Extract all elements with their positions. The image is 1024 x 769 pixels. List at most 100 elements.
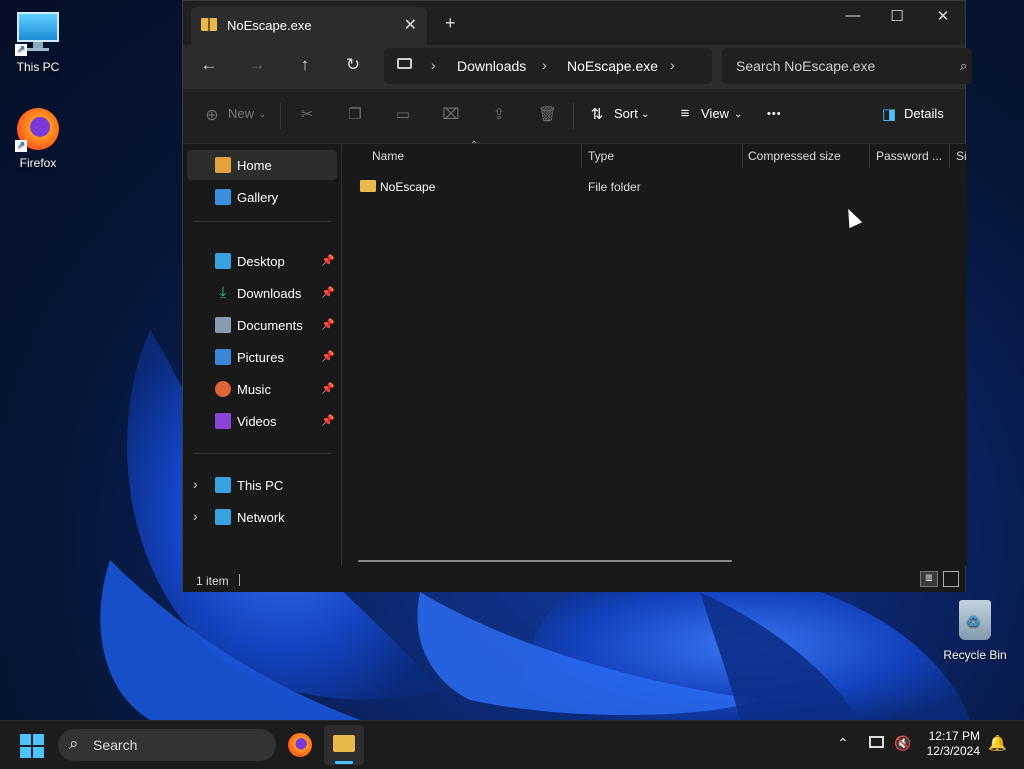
pin-icon[interactable]: 📌 (321, 318, 335, 331)
sidebar-item-label: Downloads (237, 286, 302, 301)
this-pc-icon (215, 477, 231, 493)
volume-muted-icon[interactable]: 🔇 (894, 735, 911, 752)
title-bar: NoEscape.exe ✕ + — ☐ ✕ (183, 1, 965, 45)
active-indicator (335, 761, 353, 764)
gallery-icon (215, 189, 231, 205)
rename-icon[interactable]: ⌧ (442, 105, 460, 123)
pin-icon[interactable]: 📌 (321, 286, 335, 299)
sidebar-item-label: Network (237, 510, 285, 525)
sidebar-item-network[interactable]: › Network (187, 502, 337, 532)
desktop-icon-this-pc[interactable]: ↗ This PC (0, 10, 76, 74)
new-icon: ⊕ (205, 107, 219, 124)
sidebar-item-pictures[interactable]: Pictures 📌 (187, 342, 337, 372)
horizontal-scrollbar[interactable] (358, 560, 732, 562)
sidebar-item-gallery[interactable]: Gallery (187, 182, 337, 212)
sidebar-item-music[interactable]: Music 📌 (187, 374, 337, 404)
back-button[interactable]: ← (195, 55, 223, 79)
divider (239, 574, 240, 586)
paste-icon[interactable]: ▭ (394, 105, 412, 123)
videos-icon (215, 413, 231, 429)
sidebar-item-documents[interactable]: Documents 📌 (187, 310, 337, 340)
file-name: NoEscape (380, 180, 436, 194)
tiles-view-icon[interactable] (943, 571, 959, 587)
sidebar-item-label: Pictures (237, 350, 284, 365)
column-divider[interactable] (742, 144, 743, 168)
pin-icon[interactable]: 📌 (321, 350, 335, 363)
cut-icon[interactable]: ✂ (298, 105, 316, 123)
column-divider[interactable] (949, 144, 950, 168)
pin-icon[interactable]: 📌 (321, 414, 335, 427)
chevron-right-icon[interactable]: › (193, 476, 198, 492)
folder-icon (360, 180, 376, 192)
sidebar-item-videos[interactable]: Videos 📌 (187, 406, 337, 436)
close-tab-icon[interactable]: ✕ (404, 15, 417, 35)
firefox-taskbar-icon[interactable] (288, 733, 312, 757)
column-divider[interactable] (581, 144, 582, 168)
sidebar-item-label: Documents (237, 318, 303, 333)
command-bar: ⊕ New ⌄ ✂ ❐ ▭ ⌧ ⇪ 🗑 ⇅ Sort ⌄ ≡ View ⌄ ••… (183, 89, 965, 144)
column-divider[interactable] (869, 144, 870, 168)
details-view-icon[interactable]: ≣ (920, 571, 938, 587)
column-password[interactable]: Password ... (876, 149, 942, 163)
sidebar-item-label: Desktop (237, 254, 285, 269)
taskbar: ⌕ Search ⌃ 🔇 12:17 PM 12/3/2024 🔔 (0, 720, 1024, 769)
taskbar-search[interactable]: ⌕ Search (58, 729, 276, 761)
column-name[interactable]: Name (372, 149, 404, 163)
column-size[interactable]: Si (956, 149, 967, 163)
more-options-button[interactable]: ••• (767, 108, 782, 120)
sidebar-item-home[interactable]: Home (187, 150, 337, 180)
table-row[interactable]: NoEscape File folder (354, 177, 954, 199)
start-button[interactable] (20, 734, 44, 758)
file-list: ⌃ Name Type Compressed size Password ...… (342, 140, 967, 566)
file-explorer-window: NoEscape.exe ✕ + — ☐ ✕ ← → ↑ ↻ › Downloa… (182, 0, 972, 592)
address-bar: ← → ↑ ↻ › Downloads › NoEscape.exe › Sea… (183, 45, 972, 89)
desktop-icon-recycle-bin[interactable]: ♻ Recycle Bin (937, 598, 1013, 662)
refresh-button[interactable]: ↻ (339, 55, 367, 79)
sidebar-item-this-pc[interactable]: › This PC (187, 470, 337, 500)
maximize-button[interactable]: ☐ (874, 7, 920, 27)
file-type: File folder (588, 180, 641, 194)
breadcrumb[interactable]: › Downloads › NoEscape.exe › (384, 48, 712, 84)
breadcrumb-noescape[interactable]: NoEscape.exe (567, 58, 658, 74)
breadcrumb-downloads[interactable]: Downloads (457, 58, 526, 74)
clock[interactable]: 12:17 PM 12/3/2024 (918, 729, 980, 759)
delete-icon[interactable]: 🗑 (538, 105, 557, 123)
sort-button[interactable]: Sort (614, 106, 638, 121)
sidebar-item-desktop[interactable]: Desktop 📌 (187, 246, 337, 276)
share-icon[interactable]: ⇪ (490, 105, 508, 123)
network-tray-icon[interactable] (869, 736, 884, 748)
forward-button[interactable]: → (243, 55, 271, 79)
column-type[interactable]: Type (588, 149, 614, 163)
up-button[interactable]: ↑ (291, 55, 319, 79)
column-compressed-size[interactable]: Compressed size (748, 149, 841, 163)
sort-ascending-icon: ⌃ (470, 140, 479, 151)
details-button[interactable]: Details (904, 106, 944, 121)
pin-icon[interactable]: 📌 (321, 254, 335, 267)
view-button[interactable]: View (701, 106, 729, 121)
chevron-down-icon: ⌄ (641, 109, 650, 120)
chevron-right-icon: › (542, 57, 547, 73)
copy-icon[interactable]: ❐ (346, 105, 364, 123)
music-icon (215, 381, 231, 397)
chevron-right-icon[interactable]: › (193, 508, 198, 524)
sidebar-item-downloads[interactable]: ⤓ Downloads 📌 (187, 278, 337, 308)
new-tab-button[interactable]: + (445, 13, 456, 34)
view-icon: ≡ (680, 105, 690, 122)
chevron-up-icon[interactable]: ⌃ (837, 735, 849, 752)
chevron-right-icon: › (431, 57, 436, 73)
clock-time: 12:17 PM (928, 729, 980, 743)
notification-bell-icon[interactable]: 🔔 (988, 734, 1007, 752)
desktop-icon-firefox[interactable]: ↗ Firefox (0, 106, 76, 170)
close-button[interactable]: ✕ (920, 7, 966, 27)
search-input[interactable]: Search NoEscape.exe ⌕ (722, 48, 972, 84)
sidebar-item-label: Videos (237, 414, 277, 429)
separator (280, 103, 281, 129)
sidebar-item-label: Music (237, 382, 271, 397)
minimize-button[interactable]: — (830, 7, 876, 27)
separator (573, 103, 574, 129)
sidebar-item-label: This PC (237, 478, 284, 493)
tab-noescape[interactable]: NoEscape.exe ✕ (191, 7, 427, 45)
file-explorer-taskbar-icon[interactable] (324, 725, 364, 765)
new-button[interactable]: New (228, 106, 254, 121)
pin-icon[interactable]: 📌 (321, 382, 335, 395)
